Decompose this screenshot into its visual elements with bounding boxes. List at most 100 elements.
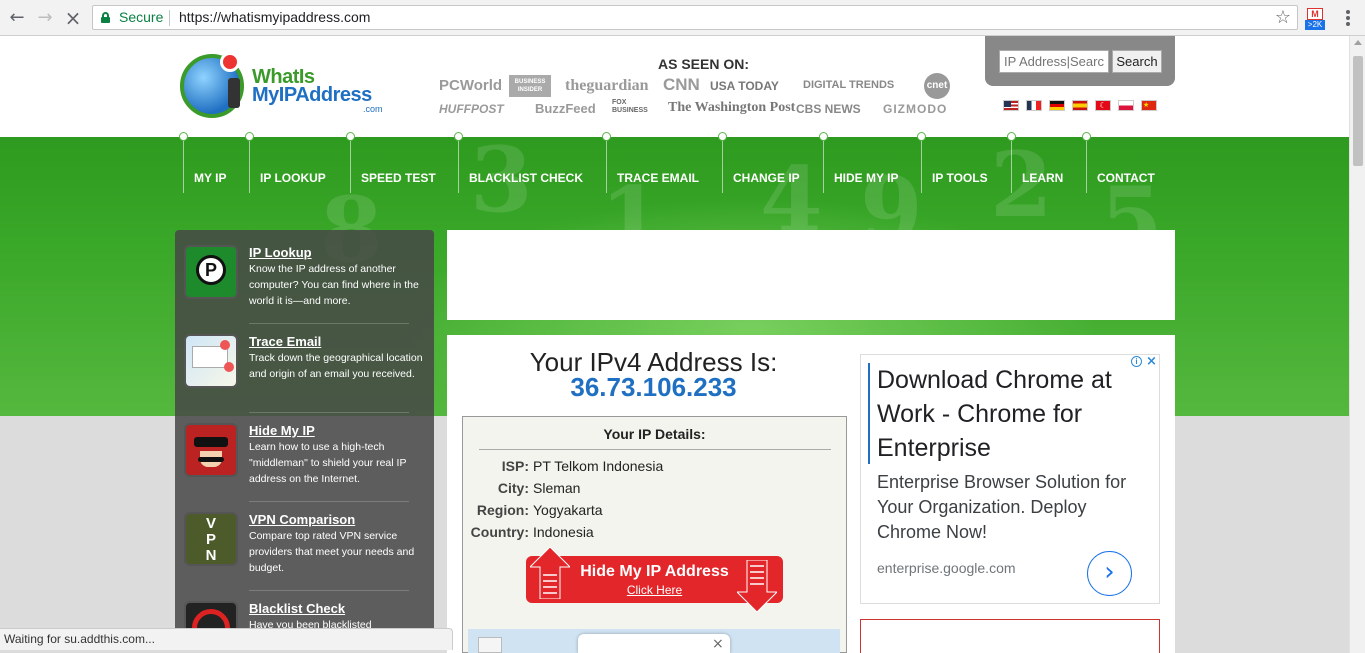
pl-flag-icon[interactable]	[1118, 100, 1134, 111]
fr-flag-icon[interactable]	[1026, 100, 1042, 111]
stop-loading-icon[interactable]: ×	[61, 6, 85, 30]
sidebar-item-trace-email[interactable]: Trace Email Track down the geographical …	[175, 328, 434, 417]
ad-chevron-right-icon[interactable]: ›	[1087, 551, 1132, 596]
es-flag-icon[interactable]	[1072, 100, 1088, 111]
scroll-up-icon[interactable]	[1354, 40, 1362, 45]
detail-key: Country:	[470, 524, 529, 540]
nav-item-learn[interactable]: LEARN	[1007, 132, 1063, 193]
nav-label: BLACKLIST CHECK	[469, 171, 583, 185]
media-logo: cnet	[924, 73, 950, 99]
sidebar-item-title[interactable]: Hide My IP	[249, 423, 315, 438]
banner-ad[interactable]	[447, 230, 1175, 320]
sidebar-divider	[249, 323, 409, 324]
media-logo: CNN	[663, 75, 700, 94]
browser-toolbar: ← → × Secure https://whatismyipaddress.c…	[0, 0, 1365, 36]
nav-item-blacklist-check[interactable]: BLACKLIST CHECK	[454, 132, 583, 193]
media-logo: BUSINESS INSIDER	[509, 75, 551, 97]
media-logo: CBS NEWS	[796, 102, 861, 116]
ip-details-title: Your IP Details:	[603, 426, 706, 442]
address-bar[interactable]: Secure https://whatismyipaddress.com ☆	[92, 5, 1298, 30]
logo-text-line2: MyIPAddress	[252, 84, 372, 106]
sidebar-item-blacklist-check[interactable]: Blacklist Check Have you been blackliste…	[175, 595, 434, 630]
nav-label: MY IP	[194, 171, 227, 185]
media-logo: GIZMODO	[883, 102, 948, 116]
ad-close-icon[interactable]: ×	[1146, 354, 1157, 369]
sidebar-item-desc: Know the IP address of another computer?…	[249, 263, 419, 307]
sidebar-item-vpn-comparison[interactable]: VPN VPN Comparison Compare top rated VPN…	[175, 506, 434, 595]
sidebar-item-desc: Learn how to use a high-tech "middleman"…	[249, 441, 407, 485]
bookmark-star-icon[interactable]: ☆	[1275, 6, 1291, 29]
sidebar-item-title[interactable]: Trace Email	[249, 334, 321, 349]
nav-label: CHANGE IP	[733, 171, 800, 185]
de-flag-icon[interactable]	[1049, 100, 1065, 111]
map-popup-close-icon[interactable]: ×	[712, 636, 724, 652]
gmail-extension-icon[interactable]: M >2K	[1305, 8, 1325, 30]
info-i-icon	[228, 78, 240, 108]
nav-item-contact[interactable]: CONTACT	[1082, 132, 1155, 193]
page-scrollbar[interactable]	[1349, 36, 1365, 653]
media-logo: USA TODAY	[710, 79, 779, 93]
cn-flag-icon[interactable]: ★	[1141, 100, 1157, 111]
up-arrow-icon	[530, 547, 570, 599]
nav-item-my-ip[interactable]: MY IP	[179, 132, 226, 193]
nav-label: LEARN	[1022, 171, 1064, 185]
detail-key: Region:	[476, 502, 529, 518]
media-logo: FOX BUSINESS	[612, 99, 648, 114]
tr-flag-icon[interactable]: ☾	[1095, 100, 1111, 111]
nav-item-change-ip[interactable]: CHANGE IP	[718, 132, 800, 193]
vpn-icon: VPN	[184, 512, 238, 566]
as-seen-on-heading: AS SEEN ON:	[658, 56, 750, 72]
nav-label: SPEED TEST	[361, 171, 436, 185]
sidebar-item-ip-lookup[interactable]: P IP Lookup Know the IP address of anoth…	[175, 239, 434, 328]
sidebar-item-hide-my-ip[interactable]: Hide My IP Learn how to use a high-tech …	[175, 417, 434, 506]
media-logo: HUFFPOST	[439, 102, 504, 116]
us-flag-icon[interactable]	[1003, 100, 1019, 111]
nav-item-trace-email[interactable]: TRACE EMAIL	[602, 132, 699, 193]
nav-item-ip-tools[interactable]: IP TOOLS	[917, 132, 988, 193]
ad-url[interactable]: enterprise.google.com	[877, 560, 1016, 576]
sidebar-item-title[interactable]: Blacklist Check	[249, 601, 345, 616]
omnibox-divider	[169, 10, 170, 26]
sidebar-item-desc: Track down the geographical location and…	[249, 352, 423, 380]
tools-sidebar: P IP Lookup Know the IP address of anoth…	[175, 230, 434, 630]
ad-accent-bar	[868, 363, 870, 464]
down-arrow-icon	[737, 560, 777, 612]
map-zoom-control[interactable]	[478, 637, 502, 653]
nav-item-hide-my-ip[interactable]: HIDE MY IP	[819, 132, 898, 193]
lock-icon	[101, 12, 110, 23]
media-logo: BuzzFeed	[535, 101, 596, 116]
url-text[interactable]: https://whatismyipaddress.com	[179, 6, 370, 29]
map-icon	[184, 334, 238, 388]
back-arrow-icon[interactable]: ←	[5, 6, 29, 30]
nav-item-ip-lookup[interactable]: IP LOOKUP	[245, 132, 326, 193]
media-logo: PCWorld	[439, 77, 503, 94]
details-divider	[479, 449, 831, 450]
forward-arrow-icon[interactable]: →	[33, 6, 57, 30]
ipv4-address: 36.73.106.233	[570, 372, 737, 402]
sidebar-divider	[249, 590, 409, 591]
nav-item-speed-test[interactable]: SPEED TEST	[346, 132, 436, 193]
scroll-thumb[interactable]	[1353, 56, 1363, 166]
spy-icon	[184, 423, 238, 477]
nav-label: CONTACT	[1097, 171, 1155, 185]
ip-search-input[interactable]	[999, 50, 1109, 73]
detail-value: Indonesia	[533, 524, 594, 540]
ad-headline[interactable]: Download Chrome at Work - Chrome for Ent…	[877, 363, 1147, 465]
lower-ad[interactable]	[860, 619, 1160, 653]
map-pin-icon	[220, 52, 240, 72]
sidebar-item-title[interactable]: VPN Comparison	[249, 512, 355, 527]
media-logo: DIGITAL TRENDS	[803, 79, 895, 91]
search-button[interactable]: Search	[1112, 50, 1162, 73]
secure-label: Secure	[119, 9, 164, 25]
nav-label: IP LOOKUP	[260, 171, 326, 185]
site-logo[interactable]: WhatIs MyIPAddress .com	[180, 52, 390, 120]
map-popup	[578, 634, 730, 653]
sidebar-item-title[interactable]: IP Lookup	[249, 245, 312, 260]
nav-label: IP TOOLS	[932, 171, 988, 185]
detail-value: Sleman	[533, 480, 581, 496]
nav-label: TRACE EMAIL	[617, 171, 699, 185]
media-logo: theguardian	[565, 77, 649, 94]
browser-menu-icon[interactable]	[1340, 8, 1356, 28]
logo-suffix: .com	[363, 104, 383, 114]
blacklist-icon	[184, 601, 238, 630]
